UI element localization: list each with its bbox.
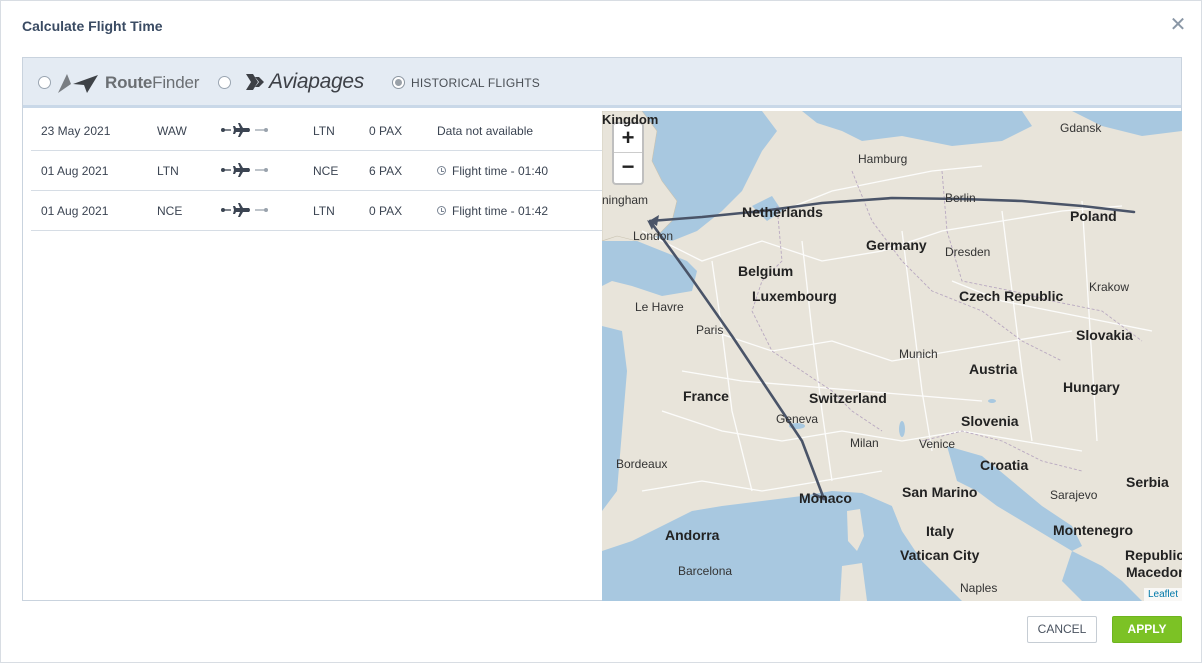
flight-pax: 0 PAX [369, 124, 403, 138]
flight-pax: 0 PAX [369, 204, 403, 218]
aviapages-chevron-icon [246, 74, 264, 90]
map-label-dresden: Dresden [945, 245, 991, 259]
map-label-slovenia: Slovenia [961, 413, 1019, 429]
clock-icon [437, 166, 446, 175]
map-label-sarajevo: Sarajevo [1050, 488, 1098, 502]
map-label-netherlands: Netherlands [742, 204, 823, 220]
map-label-san-marino: San Marino [902, 484, 978, 500]
aviapages-logo[interactable]: Aviapages [245, 68, 364, 96]
map-label-switzerland: Switzerland [809, 390, 887, 406]
map-label-munich: Munich [899, 347, 938, 361]
map-label-republic: Republic o [1125, 547, 1182, 563]
historical-flights-label[interactable]: HISTORICAL FLIGHTS [411, 76, 540, 90]
aviapages-name: Aviapages [269, 70, 364, 93]
source-selector: RouteFinder Aviapages HISTORICAL FLIGHTS [23, 58, 1181, 108]
routefinder-name-thin: Finder [152, 73, 200, 92]
map-label-germany: Germany [866, 237, 927, 253]
map-label-hamburg: Hamburg [858, 152, 908, 166]
zoom-in-button[interactable]: + [614, 124, 642, 153]
map-label-andorra: Andorra [665, 527, 720, 543]
flight-date: 01 Aug 2021 [41, 204, 109, 218]
dialog-title: Calculate Flight Time [22, 18, 163, 34]
map-label-france: France [683, 388, 729, 404]
apply-button[interactable]: APPLY [1112, 616, 1182, 643]
map-label-slovakia: Slovakia [1076, 327, 1133, 343]
flight-list: 23 May 2021 WAW LTN 0 PAX Data not avail… [31, 111, 602, 231]
map-label-barcelona: Barcelona [678, 564, 733, 578]
flight-date: 23 May 2021 [41, 124, 111, 138]
routefinder-name-bold: Route [105, 73, 153, 92]
flight-to: NCE [313, 164, 339, 178]
map-label-italy: Italy [926, 523, 955, 539]
map-label-venice: Venice [919, 437, 956, 451]
map-label-macedonia: Macedoni [1126, 564, 1182, 580]
map-label-vatican-city: Vatican City [900, 547, 980, 563]
calculate-flight-time-dialog: Calculate Flight Time ✕ RouteFinder Avia… [0, 0, 1202, 663]
map-label-czech-republic: Czech Republic [959, 288, 1064, 304]
close-icon[interactable]: ✕ [1169, 15, 1187, 35]
flight-from: NCE [157, 204, 183, 218]
map-label-bordeaux: Bordeaux [616, 457, 668, 471]
map-label-poland: Poland [1070, 208, 1117, 224]
flight-panel: RouteFinder Aviapages HISTORICAL FLIGHTS… [22, 57, 1182, 601]
flight-info: Flight time - 01:40 [452, 164, 549, 178]
map-label-hungary: Hungary [1063, 379, 1120, 395]
aviapages-radio[interactable] [218, 76, 231, 89]
flight-info: Flight time - 01:42 [452, 204, 549, 218]
map-label-geneva: Geneva [776, 412, 819, 426]
map-label-le-havre: Le Havre [635, 300, 684, 314]
plane-route-icon [221, 162, 269, 181]
map-label-luxembourg: Luxembourg [752, 288, 837, 304]
map-label-serbia: Serbia [1126, 474, 1169, 490]
flight-to: LTN [313, 124, 335, 138]
flight-info: Data not available [437, 124, 534, 138]
route-map[interactable]: + − Kingdom Gdansk Hamburg ningham Berli… [602, 111, 1182, 601]
map-label-montenegro: Montenegro [1053, 522, 1134, 538]
map-label-birmingham: ningham [602, 193, 649, 207]
routefinder-radio[interactable] [38, 76, 51, 89]
flight-to: LTN [313, 204, 335, 218]
historical-flights-radio[interactable] [392, 76, 405, 89]
map-label-croatia: Croatia [980, 457, 1029, 473]
cancel-button[interactable]: CANCEL [1027, 616, 1097, 643]
plane-route-icon [221, 122, 269, 141]
map-label-austria: Austria [969, 361, 1018, 377]
flight-row[interactable]: 23 May 2021 WAW LTN 0 PAX Data not avail… [31, 111, 602, 151]
map-label-naples: Naples [960, 581, 998, 595]
flight-row[interactable]: 01 Aug 2021 LTN NCE 6 PAX Flight time - … [31, 151, 602, 191]
map-label-paris: Paris [696, 323, 724, 337]
routefinder-arrow-icon [58, 74, 98, 93]
map-label-gdansk: Gdansk [1060, 121, 1102, 135]
map-label-monaco: Monaco [799, 490, 852, 506]
map-label-belgium: Belgium [738, 263, 794, 279]
flight-from: LTN [157, 164, 179, 178]
map-label-london: London [633, 229, 674, 243]
routefinder-logo[interactable]: RouteFinder [57, 70, 199, 96]
zoom-out-button[interactable]: − [614, 153, 642, 182]
zoom-control: + − [612, 122, 644, 185]
clock-icon [437, 206, 446, 215]
map-label-milan: Milan [850, 436, 879, 450]
flight-from: WAW [157, 124, 187, 138]
flight-pax: 6 PAX [369, 164, 403, 178]
map-label-kingdom: Kingdom [602, 112, 659, 127]
flight-row[interactable]: 01 Aug 2021 NCE LTN 0 PAX Flight time - … [31, 191, 602, 231]
map-label-berlin: Berlin [945, 191, 976, 205]
leaflet-attribution-link[interactable]: Leaflet [1143, 588, 1182, 601]
map-label-krakow: Krakow [1089, 280, 1130, 294]
flight-date: 01 Aug 2021 [41, 164, 109, 178]
plane-route-icon [221, 202, 269, 221]
